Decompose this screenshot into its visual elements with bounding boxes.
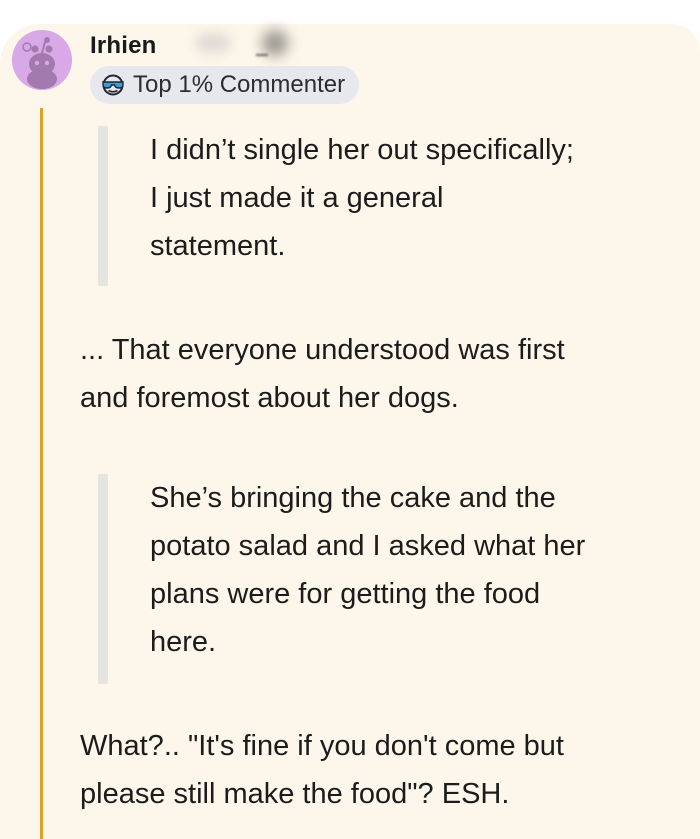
quote-bar — [98, 126, 108, 286]
snoo-avatar-icon — [12, 30, 72, 90]
commenter-flair-badge[interactable]: Top 1% Commenter — [90, 66, 360, 104]
quote-line: here. — [150, 626, 217, 658]
quote-line: potato salad and I asked what her — [150, 530, 586, 562]
redacted-mark — [256, 54, 268, 56]
quote-line: I didn’t single her out specifically; — [150, 134, 574, 166]
quote-line: She’s bringing the cake and the — [150, 482, 556, 514]
blockquote-1: I didn’t single her out specifically; I … — [98, 126, 678, 286]
redacted-icon — [262, 30, 288, 56]
blockquote-2: She’s bringing the cake and the potato s… — [98, 474, 678, 684]
reply-line: ... That everyone understood was first — [80, 334, 565, 366]
reply-paragraph-2: What?.. "It's fine if you don't come but… — [80, 722, 680, 818]
quote-line: plans were for getting the food — [150, 578, 541, 610]
flair-label: Top 1% Commenter — [133, 71, 346, 98]
quote-bar — [98, 474, 108, 684]
reply-line: and foremost about her dogs. — [80, 382, 459, 414]
reply-line: please still make the food"? ESH. — [80, 778, 510, 810]
quote-line: I just made it a general — [150, 182, 444, 214]
reply-line: What?.. "It's fine if you don't come but — [80, 730, 564, 762]
user-avatar[interactable] — [12, 30, 72, 90]
cool-face-icon — [102, 74, 124, 96]
reply-paragraph-1: ... That everyone understood was first a… — [80, 326, 680, 422]
thread-line[interactable] — [40, 108, 43, 839]
comment-author[interactable]: Irhien — [90, 32, 157, 60]
redacted-text — [196, 34, 230, 52]
quote-line: statement. — [150, 230, 286, 262]
